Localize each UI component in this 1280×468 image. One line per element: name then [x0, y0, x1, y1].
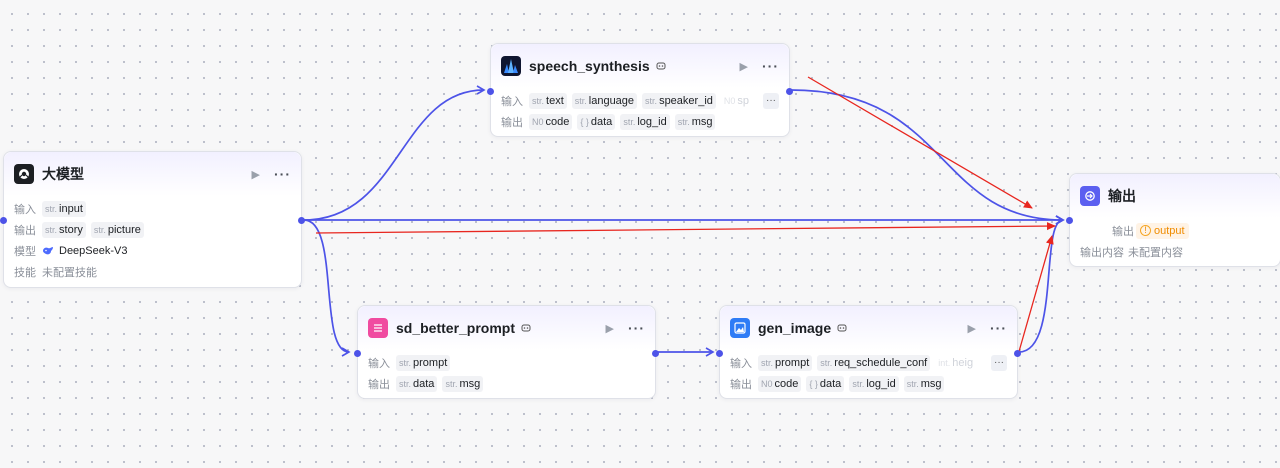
param-tag: str. msg	[674, 113, 716, 130]
more-button[interactable]: ···	[274, 166, 291, 182]
param-tag: str. language	[571, 92, 638, 109]
param-tag: str. msg	[903, 375, 945, 392]
output-icon	[1080, 186, 1100, 206]
llm-node[interactable]: 大模型 ▶ ··· 输入 str. input 输出 str. story str.…	[0, 151, 305, 288]
prompt-node-header[interactable]: sd_better_prompt ▶ ···	[358, 306, 655, 350]
input-row: 输入 str. input	[14, 198, 291, 219]
run-button[interactable]: ▶	[968, 322, 976, 335]
edge-speech-to-output	[790, 89, 1065, 225]
edge-llm-to-speech	[303, 85, 486, 221]
image-icon	[730, 318, 750, 338]
output-row: 输出 ! output	[1080, 220, 1270, 241]
param-tag: N0 code	[758, 375, 802, 392]
output-port[interactable]	[786, 88, 793, 95]
input-port[interactable]	[487, 88, 494, 95]
model-row: 模型 DeepSeek-V3	[14, 244, 128, 258]
llm-icon	[14, 164, 34, 184]
output-content-row: 输出内容 未配置内容	[1080, 246, 1183, 259]
output-port[interactable]	[298, 217, 305, 224]
input-row: 输入 str. text str. language str. speaker_id …	[501, 90, 779, 111]
plugin-badge-icon	[656, 61, 666, 71]
param-tag: { } data	[806, 375, 845, 392]
more-params-button[interactable]: ···	[763, 92, 779, 109]
input-port[interactable]	[354, 350, 361, 357]
edge-llm-to-prompt	[303, 219, 351, 357]
param-tag: str. req_schedule_conf	[817, 354, 931, 371]
deepseek-whale-icon	[42, 246, 54, 256]
speech-node-header[interactable]: speech_synthesis ▶ ···	[491, 44, 789, 88]
text-list-icon	[368, 318, 388, 338]
output-row: 输出 N0 code { } data str. log_id str. msg	[730, 373, 1007, 394]
more-button[interactable]: ···	[990, 320, 1007, 336]
param-tag: N0 code	[529, 113, 573, 130]
audio-wave-icon	[501, 56, 521, 76]
param-tag: str. prompt	[396, 354, 451, 371]
param-tag: str. input	[42, 200, 86, 217]
llm-node-title: 大模型	[42, 166, 84, 182]
output-var-tag: ! output	[1136, 222, 1189, 239]
output-port[interactable]	[652, 350, 659, 357]
input-row: 输入 str. prompt	[368, 352, 645, 373]
output-row: 输出 str. data str. msg	[368, 373, 645, 394]
sd-better-prompt-node[interactable]: sd_better_prompt ▶ ··· 输入 str. prompt 输出 …	[354, 305, 659, 399]
run-button[interactable]: ▶	[252, 168, 260, 181]
run-button[interactable]: ▶	[740, 60, 748, 73]
output-node-title: 输出	[1108, 188, 1136, 204]
gen-image-node[interactable]: gen_image ▶ ··· 输入 str. prompt str. req_sc…	[716, 305, 1021, 399]
edge-image-to-output	[1018, 215, 1065, 353]
output-port[interactable]	[1014, 350, 1021, 357]
param-tag: str. log_id	[620, 113, 670, 130]
param-tag: str. picture	[90, 221, 144, 238]
input-row: 输入 str. prompt str. req_schedule_conf int.…	[730, 352, 1007, 373]
image-node-title: gen_image	[758, 320, 832, 336]
plugin-badge-icon	[837, 323, 847, 333]
more-button[interactable]: ···	[762, 58, 779, 74]
input-port[interactable]	[716, 350, 723, 357]
param-tag: str. prompt	[758, 354, 813, 371]
prompt-node-title: sd_better_prompt	[396, 320, 516, 336]
param-tag: int. heig	[938, 356, 974, 369]
llm-node-header[interactable]: 大模型 ▶ ···	[4, 152, 301, 196]
param-tag: str. data	[396, 375, 438, 392]
skill-row: 技能 未配置技能	[14, 266, 97, 279]
input-port[interactable]	[0, 217, 7, 224]
param-tag: N0 sp	[723, 94, 750, 107]
model-name: DeepSeek-V3	[59, 244, 128, 257]
param-tag: str. text	[529, 92, 567, 109]
plugin-badge-icon	[521, 323, 531, 333]
param-tag: { } data	[577, 113, 616, 130]
annotation-arrow-3	[1017, 235, 1054, 356]
output-row: 输出 str. story str. picture	[14, 219, 291, 240]
param-tag: str. log_id	[849, 375, 899, 392]
param-tag: str. story	[42, 221, 86, 238]
param-tag: str. msg	[442, 375, 484, 392]
param-tag: str. speaker_id	[642, 92, 716, 109]
run-button[interactable]: ▶	[606, 322, 614, 335]
annotation-arrow-1	[807, 76, 1033, 209]
annotation-arrow-2	[315, 222, 1056, 234]
warning-icon: !	[1140, 225, 1151, 236]
input-port[interactable]	[1066, 217, 1073, 224]
more-params-button[interactable]: ···	[991, 354, 1007, 371]
speech-node-title: speech_synthesis	[529, 58, 650, 74]
output-node[interactable]: 输出 输出 ! output 输出内容 未配置内容	[1066, 173, 1280, 267]
more-button[interactable]: ···	[628, 320, 645, 336]
output-row: 输出 N0 code { } data str. log_id str. msg	[501, 111, 779, 132]
speech-synthesis-node[interactable]: speech_synthesis ▶ ··· 输入 str. text str. l…	[487, 43, 793, 137]
output-node-header[interactable]: 输出	[1070, 174, 1280, 218]
image-node-header[interactable]: gen_image ▶ ···	[720, 306, 1017, 350]
